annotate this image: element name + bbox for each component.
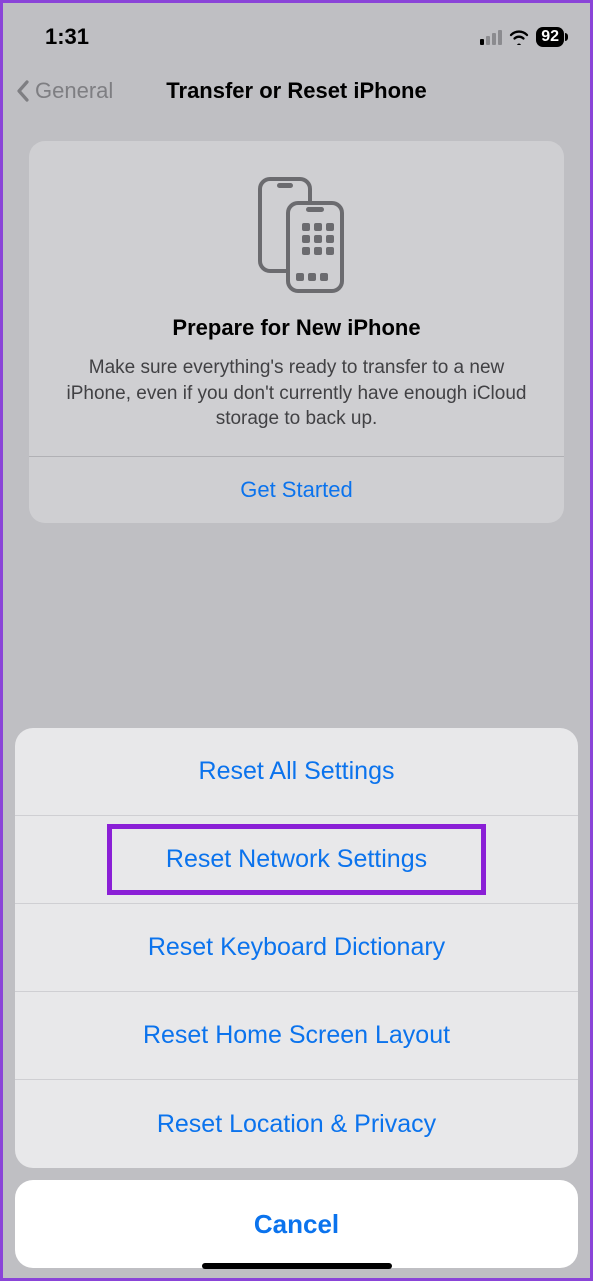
card-title: Prepare for New iPhone	[49, 315, 544, 341]
action-label: Reset Network Settings	[166, 845, 427, 874]
reset-network-settings-option[interactable]: Reset Network Settings	[15, 816, 578, 904]
wifi-icon	[508, 29, 530, 45]
cellular-signal-icon	[480, 29, 502, 45]
cancel-label: Cancel	[254, 1209, 339, 1240]
back-label: General	[35, 78, 113, 104]
home-indicator[interactable]	[202, 1263, 392, 1269]
reset-location-privacy-option[interactable]: Reset Location & Privacy	[15, 1080, 578, 1168]
phones-illustration	[49, 165, 544, 315]
reset-all-settings-option[interactable]: Reset All Settings	[15, 728, 578, 816]
get-started-button[interactable]: Get Started	[29, 457, 564, 523]
chevron-left-icon	[15, 79, 31, 103]
prepare-card: Prepare for New iPhone Make sure everyth…	[29, 141, 564, 523]
action-label: Reset All Settings	[199, 757, 395, 786]
status-indicators: 92	[480, 27, 564, 47]
action-sheet: Reset All Settings Reset Network Setting…	[15, 728, 578, 1168]
battery-level: 92	[541, 28, 559, 46]
nav-header: General Transfer or Reset iPhone	[3, 63, 590, 119]
action-label: Reset Location & Privacy	[157, 1110, 436, 1139]
status-time: 1:31	[45, 24, 89, 50]
battery-indicator: 92	[536, 27, 564, 47]
reset-home-screen-layout-option[interactable]: Reset Home Screen Layout	[15, 992, 578, 1080]
page-title: Transfer or Reset iPhone	[166, 78, 426, 104]
action-label: Reset Keyboard Dictionary	[148, 933, 445, 962]
back-button[interactable]: General	[15, 78, 113, 104]
status-bar: 1:31 92	[3, 3, 590, 63]
cancel-button[interactable]: Cancel	[15, 1180, 578, 1268]
card-description: Make sure everything's ready to transfer…	[49, 355, 544, 456]
action-label: Reset Home Screen Layout	[143, 1021, 450, 1050]
action-sheet-container: Reset All Settings Reset Network Setting…	[3, 728, 590, 1278]
reset-keyboard-dictionary-option[interactable]: Reset Keyboard Dictionary	[15, 904, 578, 992]
